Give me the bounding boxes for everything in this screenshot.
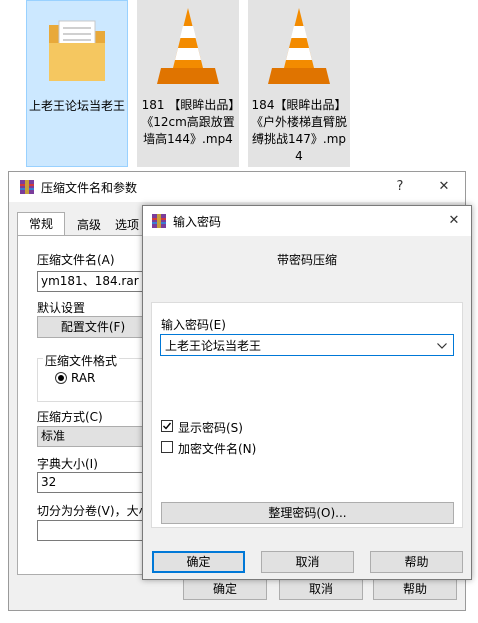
archive-dialog-titlebar[interactable]: 压缩文件名和参数 ? ✕ [9, 172, 465, 202]
archive-cancel-button[interactable]: 取消 [279, 578, 363, 600]
file-name: 181 【眼眸出品】《12cm高跟放置墙高144》.mp4 [141, 98, 235, 146]
password-label: 输入密码(E) [161, 318, 226, 332]
tab-general-label: 常规 [28, 217, 53, 231]
folder-icon [49, 20, 105, 81]
vlc-cone-icon [157, 8, 219, 84]
password-dialog-titlebar[interactable]: 输入密码 ✕ [143, 206, 471, 236]
file-item-folder[interactable]: 上老王论坛当老王 [26, 0, 128, 167]
show-password-label: 显示密码(S) [178, 421, 243, 435]
password-dialog-title: 输入密码 [173, 215, 222, 229]
dict-label: 字典大小(I) [37, 457, 98, 471]
archive-ok-button[interactable]: 确定 [183, 578, 267, 600]
method-select[interactable]: 标准 [37, 426, 149, 447]
method-label: 压缩方式(C) [37, 410, 103, 424]
password-heading: 带密码压缩 [276, 253, 337, 267]
archive-help-button[interactable]: 帮助 [373, 578, 457, 600]
tab-advanced[interactable]: 高级 [67, 214, 111, 236]
chevron-down-icon[interactable] [437, 343, 447, 349]
archive-dialog-title: 压缩文件名和参数 [41, 181, 138, 195]
password-dialog: 输入密码 ✕ 带密码压缩 输入密码(E) 上老王论坛当老王 显示密码(S) 加密… [142, 205, 472, 580]
password-ok-button[interactable]: 确定 [152, 551, 245, 573]
dict-select[interactable]: 32 [37, 472, 149, 493]
file-item-video-184[interactable]: 184【眼眸出品】《户外楼梯直臂脱缚挑战147》.mp4 [248, 0, 350, 167]
password-cancel-button[interactable]: 取消 [261, 551, 354, 573]
default-settings-label: 默认设置 [37, 301, 86, 315]
profiles-button[interactable]: 配置文件(F) [37, 316, 149, 338]
winrar-icon [152, 214, 166, 228]
archive-name-input[interactable]: ym181、184.rar [37, 271, 149, 292]
checkmark-icon [163, 422, 172, 430]
tab-advanced-label: 高级 [76, 218, 101, 232]
password-combo[interactable]: 上老王论坛当老王 [160, 334, 454, 356]
split-label: 切分为分卷(V)，大小 [37, 504, 151, 518]
close-icon[interactable]: ✕ [433, 176, 455, 198]
file-name: 184【眼眸出品】《户外楼梯直臂脱缚挑战147》.mp4 [250, 98, 347, 163]
encrypt-names-label: 加密文件名(N) [178, 442, 257, 456]
password-help-button[interactable]: 帮助 [370, 551, 463, 573]
close-icon[interactable]: ✕ [443, 210, 465, 232]
organize-passwords-button[interactable]: 整理密码(O)... [161, 502, 454, 524]
split-input[interactable] [37, 520, 149, 541]
encrypt-names-checkbox[interactable] [161, 441, 173, 453]
vlc-cone-icon [268, 8, 330, 84]
help-icon[interactable]: ? [389, 176, 411, 198]
winrar-icon [20, 180, 34, 194]
rar-radio[interactable] [55, 372, 67, 384]
archive-name-label: 压缩文件名(A) [37, 253, 115, 267]
file-name: 上老王论坛当老王 [29, 99, 126, 113]
format-group-label: 压缩文件格式 [43, 352, 120, 369]
tab-options-label: 选项 [115, 218, 140, 232]
radio-dot-icon [58, 375, 64, 381]
file-item-video-181[interactable]: 181 【眼眸出品】《12cm高跟放置墙高144》.mp4 [137, 0, 239, 167]
show-password-checkbox[interactable] [161, 420, 173, 432]
password-input[interactable]: 上老王论坛当老王 [165, 337, 261, 354]
tab-general[interactable]: 常规 [17, 212, 65, 236]
rar-label: RAR [71, 371, 96, 385]
